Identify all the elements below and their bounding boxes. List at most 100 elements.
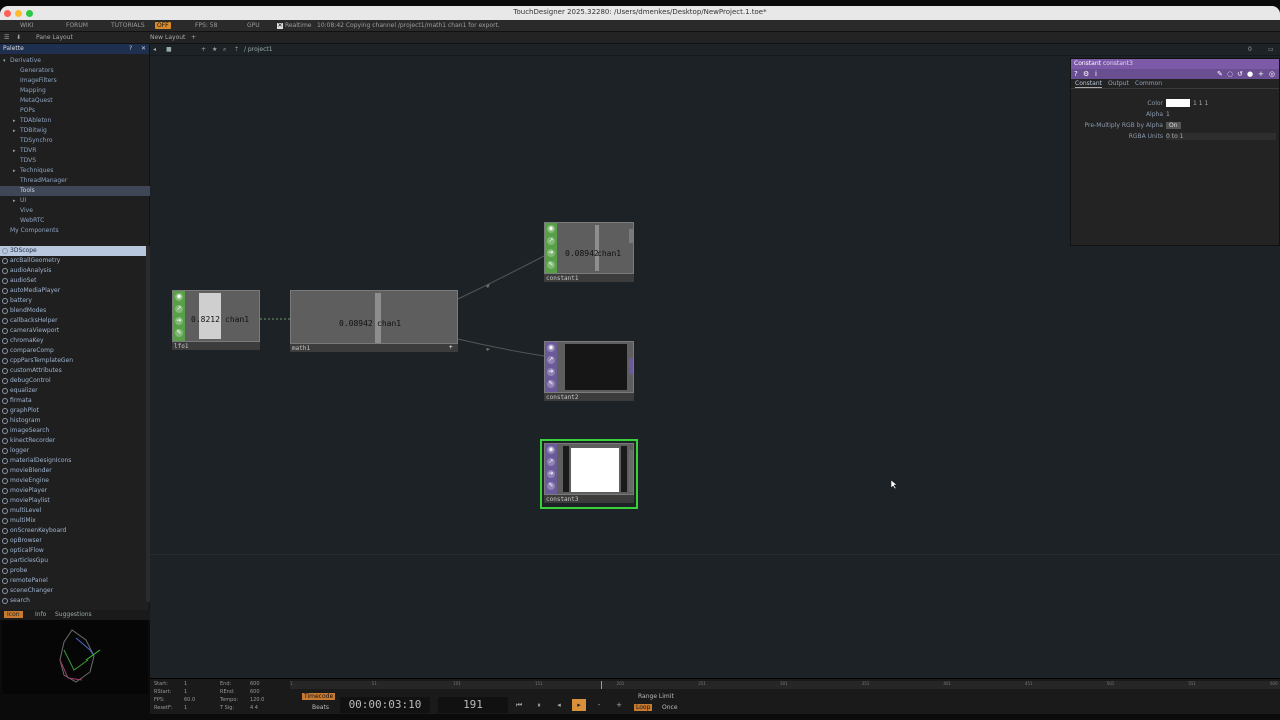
rewind-icon[interactable]: ⏮ (512, 699, 526, 711)
comment-icon[interactable]: ◌ (1227, 70, 1233, 78)
tab-info[interactable]: Info (35, 611, 46, 618)
palette-tree-item[interactable]: Tools (0, 186, 150, 196)
lock-flag-icon[interactable]: ✎ (547, 482, 555, 490)
component-item[interactable]: callbacksHelper (0, 316, 146, 326)
expand-arrow-icon[interactable]: ▸ (13, 116, 16, 126)
node-lfo1-name[interactable]: lfo1 (174, 343, 188, 350)
clone-flag-icon[interactable]: ↗ (547, 237, 555, 245)
wire-math1-constant2[interactable] (457, 338, 545, 357)
node-lfo1-body[interactable]: ◉ ↗ ➔ ✎ 0.8212 chan1 (172, 290, 260, 342)
component-item[interactable]: movieEngine (0, 476, 146, 486)
color-swatch[interactable] (1166, 99, 1190, 107)
component-item[interactable]: cppParsTemplateGen (0, 356, 146, 366)
palette-tree-item[interactable]: Vive (0, 206, 150, 216)
component-item[interactable]: chromaKey (0, 336, 146, 346)
viewer-flag-icon[interactable]: ◉ (175, 293, 183, 301)
forum-link[interactable]: FORUM (66, 22, 88, 29)
node-constant3-output[interactable] (629, 450, 633, 492)
expand-arrow-icon[interactable]: ▸ (13, 126, 16, 136)
palette-tree-item[interactable]: ▾ Derivative (0, 56, 150, 66)
component-item[interactable]: autoMediaPlayer (0, 286, 146, 296)
component-item[interactable]: multiMix (0, 516, 146, 526)
timeline-stat-value[interactable]: 60.0 (184, 697, 195, 703)
component-item[interactable]: cameraViewport (0, 326, 146, 336)
bypass-flag-icon[interactable]: ➔ (547, 470, 555, 478)
lock-flag-icon[interactable]: ✎ (547, 380, 555, 388)
tab-icon[interactable]: Icon (4, 611, 23, 618)
component-item[interactable]: arcBallGeometry (0, 256, 146, 266)
node-constant3-body[interactable]: ◉ ↗ ➔ ✎ (544, 443, 634, 495)
node-constant3-name[interactable]: constant3 (546, 496, 579, 503)
timeline-stat-value[interactable]: 4 4 (250, 705, 258, 711)
component-item[interactable]: audioSet (0, 276, 146, 286)
help-icon[interactable]: ? (1074, 70, 1078, 78)
step-plus-icon[interactable]: + (612, 699, 626, 711)
play-icon[interactable]: ▸ (572, 699, 586, 711)
lock-flag-icon[interactable]: ✎ (175, 329, 183, 337)
timeline-stat[interactable]: FPS: 60.0 (154, 697, 214, 705)
expand-arrow-icon[interactable]: ▾ (3, 56, 6, 66)
component-item[interactable]: firmata (0, 396, 146, 406)
palette-tree-item[interactable]: ▸ TDBitwig (0, 126, 150, 136)
timeline-stat[interactable]: T Sig: 4 4 (220, 705, 290, 713)
component-item[interactable]: moviePlaylist (0, 496, 146, 506)
node-constant2-name[interactable]: constant2 (546, 394, 579, 401)
component-item[interactable]: particlesGpu (0, 556, 146, 566)
timeline-stat[interactable]: ResetF: 1 (154, 705, 214, 713)
component-item[interactable]: search (0, 596, 146, 606)
refresh-icon[interactable]: ↺ (1237, 70, 1243, 78)
node-constant1-name[interactable]: constant1 (546, 275, 579, 282)
new-layout-button[interactable]: New Layout (150, 34, 185, 41)
palette-tree-item[interactable]: ▸ UI (0, 196, 150, 206)
palette-tree-item[interactable]: POPs (0, 106, 150, 116)
python-icon[interactable]: ⚙ (1083, 70, 1089, 78)
timecode-mode-button[interactable]: Timecode (302, 693, 336, 700)
component-item[interactable]: opticalFlow (0, 546, 146, 556)
loop-button[interactable]: Loop (634, 704, 653, 711)
node-math1-body[interactable]: 0.08942 chan1 (290, 290, 458, 344)
timeline-stat[interactable]: Start: 1 (154, 681, 214, 689)
tab-constant[interactable]: Constant (1075, 80, 1102, 88)
component-item[interactable]: audioAnalysis (0, 266, 146, 276)
help-icon[interactable]: ? (129, 45, 132, 52)
component-item[interactable]: movieBlender (0, 466, 146, 476)
timeline-stat-value[interactable]: 600 (250, 689, 260, 695)
add-icon[interactable]: + (1258, 70, 1264, 78)
palette-tree-item[interactable]: ThreadManager (0, 176, 150, 186)
palette-tree-item[interactable]: WebRTC (0, 216, 150, 226)
close-icon[interactable]: ✕ (141, 45, 146, 52)
palette-tree-item[interactable]: Generators (0, 66, 150, 76)
component-item[interactable]: battery (0, 296, 146, 306)
add-output-icon[interactable]: + (449, 344, 453, 351)
node-constant1-body[interactable]: ◉ ↗ ➔ ✎ 0.08942 chan1 (544, 222, 634, 274)
timeline-stat[interactable]: REnd: 600 (220, 689, 290, 697)
clone-flag-icon[interactable]: ↗ (547, 356, 555, 364)
step-minus-icon[interactable]: - (592, 699, 606, 711)
realtime-toggle[interactable]: ✕ Realtime (277, 22, 312, 29)
viewer-flag-icon[interactable]: ◉ (547, 344, 555, 352)
timeline-stat-value[interactable]: 1 (184, 681, 187, 687)
info-icon[interactable]: i (1095, 70, 1097, 78)
component-item[interactable]: logger (0, 446, 146, 456)
expand-arrow-icon[interactable]: ▸ (13, 166, 16, 176)
component-item[interactable]: customAttributes (0, 366, 146, 376)
palette-tree-item[interactable]: Mapping (0, 86, 150, 96)
node-lfo1[interactable]: ◉ ↗ ➔ ✎ 0.8212 chan1 lfo1 (172, 290, 260, 352)
component-item[interactable]: probe (0, 566, 146, 576)
expand-arrow-icon[interactable]: ▸ (13, 146, 16, 156)
component-item[interactable]: kinectRecorder (0, 436, 146, 446)
clone-flag-icon[interactable]: ↗ (547, 458, 555, 466)
viewer-flag-icon[interactable]: ◉ (547, 446, 555, 454)
palette-tree-item[interactable]: ImageFilters (0, 76, 150, 86)
edit-icon[interactable]: ✎ (1217, 70, 1223, 78)
expand-arrow-icon[interactable]: ▸ (13, 196, 16, 206)
bypass-flag-icon[interactable]: ➔ (547, 368, 555, 376)
add-layout-icon[interactable]: + (191, 34, 196, 41)
timecode-field[interactable]: 00:00:03:10 (340, 697, 430, 713)
component-item[interactable]: materialDesignIcons (0, 456, 146, 466)
component-item[interactable]: remotePanel (0, 576, 146, 586)
component-item[interactable]: sceneChanger (0, 586, 146, 596)
once-button[interactable]: Once (662, 704, 678, 711)
timeline-ruler[interactable]: 1 51 101 151 201 251 301 351 401 451 501 551 600 (290, 681, 1280, 689)
tutorials-link[interactable]: TUTORIALS (111, 22, 145, 29)
